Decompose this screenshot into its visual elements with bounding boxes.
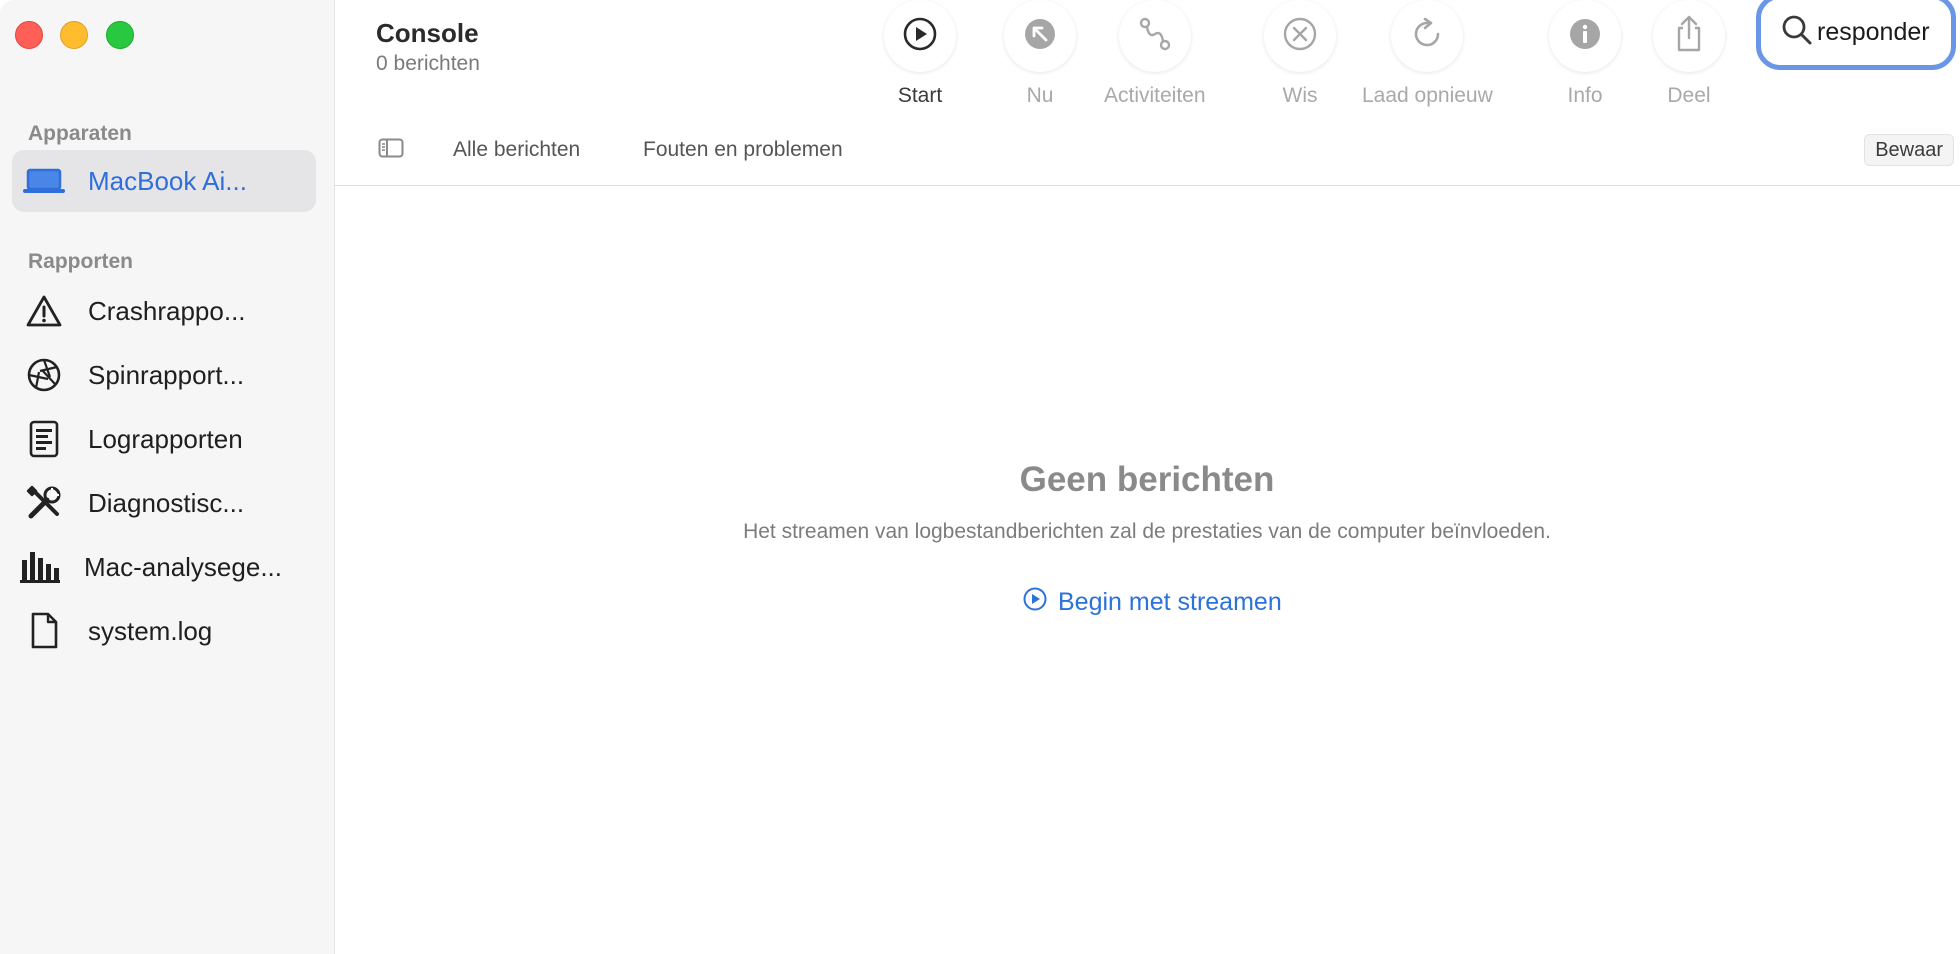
share-icon xyxy=(1671,14,1707,59)
sidebar-item-label: MacBook Ai... xyxy=(88,165,247,196)
info-label: Info xyxy=(1567,84,1603,107)
tab-errors-faults[interactable]: Fouten en problemen xyxy=(643,138,843,162)
clear-label: Wis xyxy=(1282,84,1318,107)
x-circle-icon xyxy=(1282,16,1318,57)
sidebar-item-spin-reports[interactable]: Spinrapport... xyxy=(12,344,316,406)
activities-button[interactable]: Activiteiten xyxy=(1104,0,1206,108)
info-circle-icon xyxy=(1567,16,1603,57)
sidebar-item-label: Mac-analysege... xyxy=(84,551,282,582)
maximize-window-button[interactable] xyxy=(106,21,134,49)
search-icon xyxy=(1781,14,1813,51)
sidebar-toggle-icon[interactable] xyxy=(378,138,404,163)
empty-state-title: Geen berichten xyxy=(1019,460,1275,499)
share-button[interactable]: Deel xyxy=(1653,0,1725,108)
play-circle-icon xyxy=(1022,586,1058,619)
save-button[interactable]: Bewaar xyxy=(1864,134,1954,166)
play-circle-icon xyxy=(902,16,938,57)
clear-button[interactable]: Wis xyxy=(1264,0,1336,108)
sidebar-item-label: Diagnostisc... xyxy=(88,487,245,518)
sidebar-item-log-reports[interactable]: Lograpporten xyxy=(12,408,316,470)
search-field[interactable] xyxy=(1756,0,1956,70)
message-count: 0 berichten xyxy=(376,52,480,75)
bar-chart-icon xyxy=(12,545,68,589)
aperture-icon xyxy=(16,353,72,397)
arrow-up-left-circle-icon xyxy=(1022,16,1058,57)
sidebar-item-label: Crashrappo... xyxy=(88,295,246,326)
document-lines-icon xyxy=(16,417,72,461)
sidebar-item-crash-reports[interactable]: Crashrappo... xyxy=(12,280,316,342)
share-label: Deel xyxy=(1667,84,1711,107)
file-icon xyxy=(16,609,72,653)
sidebar-item-system-log[interactable]: system.log xyxy=(12,600,316,662)
begin-streaming-label: Begin met streamen xyxy=(1058,588,1282,616)
start-button[interactable]: Start xyxy=(884,0,956,108)
activity-path-icon xyxy=(1137,16,1173,57)
tab-all-messages[interactable]: Alle berichten xyxy=(453,138,580,162)
sidebar-item-label: system.log xyxy=(88,615,213,646)
search-input[interactable] xyxy=(1817,17,1947,47)
reload-icon xyxy=(1409,16,1445,57)
sidebar-item-diagnostics[interactable]: Diagnostisc... xyxy=(12,472,316,534)
warning-triangle-icon xyxy=(16,289,72,333)
sidebar-item-mac-analytics[interactable]: Mac-analysege... xyxy=(12,536,316,598)
laptop-icon xyxy=(16,159,72,203)
activities-label: Activiteiten xyxy=(1104,84,1206,107)
empty-state-description: Het streamen van logbestandberichten zal… xyxy=(743,520,1551,543)
tools-icon xyxy=(16,481,72,525)
now-label: Nu xyxy=(1026,84,1054,107)
close-window-button[interactable] xyxy=(15,21,43,49)
sidebar: Apparaten MacBook Ai... Rapporten Crashr… xyxy=(0,0,335,954)
minimize-window-button[interactable] xyxy=(60,21,88,49)
filter-bar: Alle berichten Fouten en problemen Bewaa… xyxy=(334,120,1960,186)
sidebar-item-macbook[interactable]: MacBook Ai... xyxy=(12,150,316,212)
window-title: Console xyxy=(376,18,479,48)
reload-label: Laad opnieuw xyxy=(1362,84,1493,107)
now-button[interactable]: Nu xyxy=(1004,0,1076,108)
info-button[interactable]: Info xyxy=(1549,0,1621,108)
start-label: Start xyxy=(897,84,943,107)
reload-button[interactable]: Laad opnieuw xyxy=(1362,0,1493,108)
devices-section-header: Apparaten xyxy=(28,122,132,145)
sidebar-item-label: Spinrapport... xyxy=(88,359,245,390)
begin-streaming-button[interactable]: Begin met streamen xyxy=(1022,586,1282,619)
reports-section-header: Rapporten xyxy=(28,250,133,273)
sidebar-item-label: Lograpporten xyxy=(88,423,243,454)
